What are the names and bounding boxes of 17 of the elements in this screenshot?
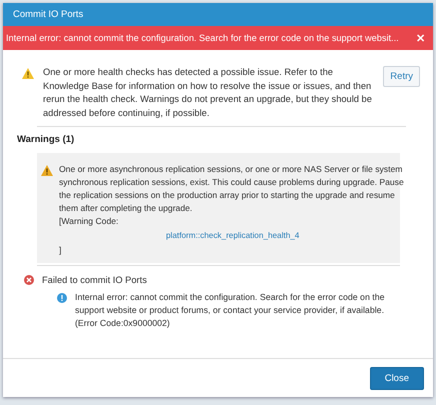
warning-code-link[interactable]: platform::check_replication_health_4 xyxy=(166,228,300,244)
retry-button[interactable]: Retry xyxy=(383,66,420,87)
info-icon xyxy=(57,293,67,303)
warning-icon xyxy=(41,165,53,176)
error-message: Internal error: cannot commit the configuration. Search for the error code on the support websit... xyxy=(6,33,400,43)
warnings-heading: Warnings (1) xyxy=(17,134,76,145)
health-check-message: One or more health checks has detected a possible issue. Refer to the Knowledge Base for information on how to resolve the issue or issues, and then rerun the health check. Warnings do not prevent an upgrade, but they should be addressed before continuing, if possible. xyxy=(43,66,373,120)
warning-code-label: [Warning Code: xyxy=(59,215,118,228)
error-detail: Internal error: cannot commit the configuration. Search for the error code on the support website or product forums, or contact your service provider, if available. (Error Code:0x9000002) xyxy=(75,291,385,330)
bracket: ] xyxy=(59,244,62,257)
window-title: Commit IO Ports xyxy=(13,9,84,20)
warning-icon xyxy=(22,68,34,79)
warning-message: One or more asynchronous replication sessions, or one or more NAS Server or file system synchronous replication sessions, exist. This could cause problems during upgrade. Pause the replication sessions on the production array prior to starting the upgrade and resume them after completing the upgrade. xyxy=(59,163,404,215)
close-button[interactable]: Close xyxy=(370,366,424,390)
failure-title: Failed to commit IO Ports xyxy=(42,275,147,285)
error-icon xyxy=(24,275,34,285)
close-button[interactable]: ✕ xyxy=(416,32,425,44)
